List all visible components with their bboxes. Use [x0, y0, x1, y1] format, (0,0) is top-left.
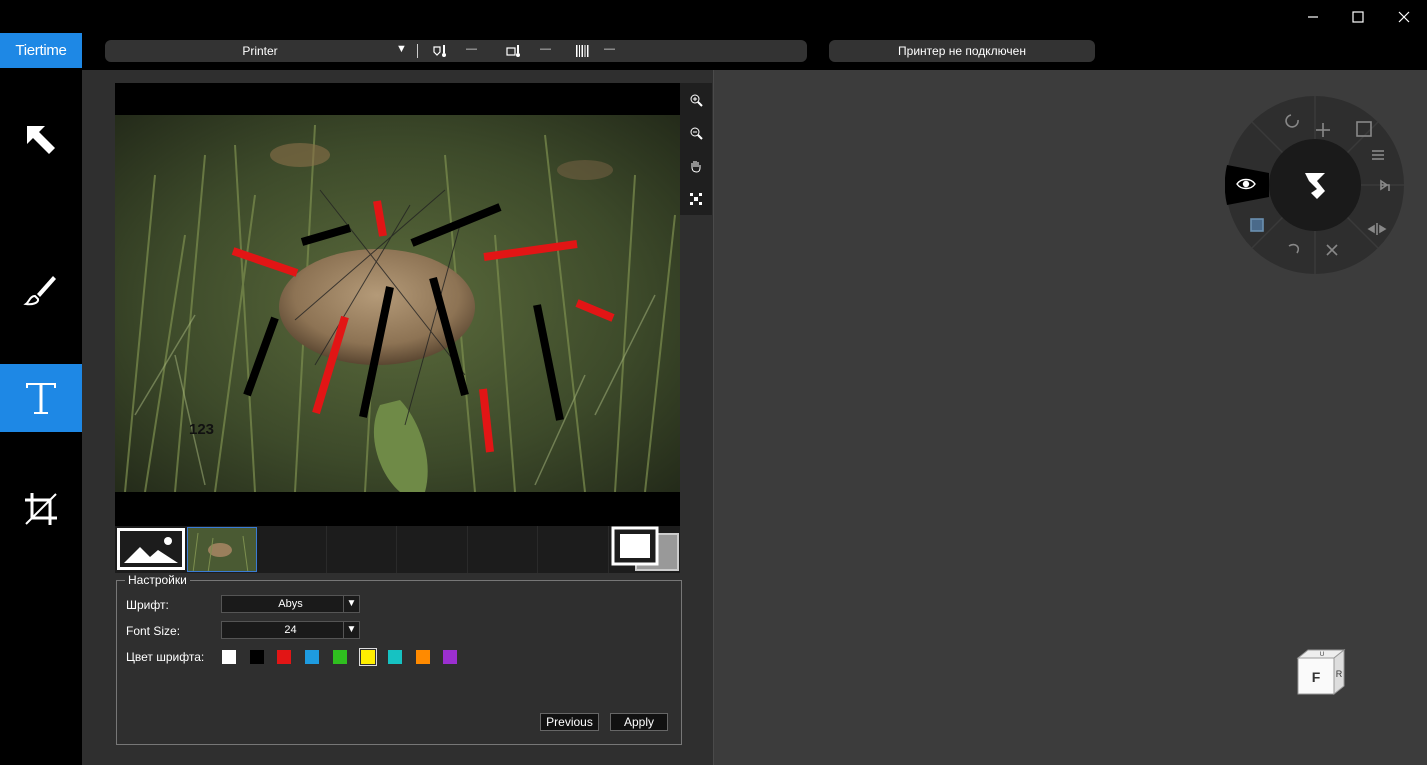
thumbnail-slot: [327, 526, 397, 573]
zoom-in-button[interactable]: [680, 83, 712, 116]
minimize-icon: [1308, 15, 1318, 18]
chevron-down-icon: ▼: [343, 622, 359, 638]
brush-icon: [23, 276, 56, 306]
hand-icon: [691, 160, 701, 173]
zoom-out-button[interactable]: [680, 116, 712, 149]
color-swatch-red[interactable]: [277, 650, 291, 664]
app-window: Tiertime Printer ▼ — — — Принтер не подк…: [0, 0, 1427, 765]
settings-title: Настройки: [125, 573, 190, 587]
canvas-toolbar: [680, 83, 712, 215]
color-swatch-orange[interactable]: [416, 650, 430, 664]
title-bar: [0, 0, 1427, 33]
zoom-in-icon: [690, 94, 703, 107]
photo-preview[interactable]: 123: [115, 115, 680, 492]
overlay-text[interactable]: 123: [189, 421, 214, 438]
crop-icon: [25, 493, 57, 525]
font-size-value: 24: [284, 624, 297, 636]
cube-right-label: R: [1336, 669, 1343, 679]
filament-value: —: [604, 43, 615, 55]
maximize-icon: [1352, 10, 1364, 23]
view-cube[interactable]: F R U: [1294, 648, 1348, 698]
color-swatch-cyan[interactable]: [388, 650, 402, 664]
chevron-down-icon: ▼: [343, 596, 359, 612]
color-swatch-green[interactable]: [333, 650, 347, 664]
close-button[interactable]: [1381, 0, 1427, 33]
apply-button[interactable]: Apply: [610, 713, 668, 731]
font-select[interactable]: Abys ▼: [221, 595, 360, 613]
zoom-out-icon: [690, 127, 703, 140]
printer-select[interactable]: Printer: [105, 40, 415, 62]
layers-button[interactable]: [610, 526, 680, 573]
sidebar-item-brush[interactable]: [0, 256, 82, 324]
thumbnail-selected[interactable]: [187, 527, 257, 572]
thumbnail-slot: [398, 526, 468, 573]
arrow-cursor-icon: [27, 126, 55, 154]
font-color-label: Цвет шрифта:: [126, 650, 205, 664]
bed-temp-icon: [506, 45, 520, 57]
text-icon: [26, 383, 56, 414]
printer-status[interactable]: Принтер не подключен: [829, 40, 1095, 62]
divider: [417, 44, 418, 58]
chevron-down-icon[interactable]: ▼: [396, 43, 407, 55]
settings-group: Настройки Шрифт: Abys ▼ Font Size: 24 ▼ …: [116, 573, 682, 745]
color-swatch-blue[interactable]: [305, 650, 319, 664]
sidebar-item-crop[interactable]: [0, 475, 82, 543]
3d-viewport[interactable]: F R U: [715, 70, 1427, 765]
sidebar-item-text[interactable]: [0, 364, 82, 432]
minimize-button[interactable]: [1290, 0, 1336, 33]
maximize-button[interactable]: [1335, 0, 1381, 33]
nozzle-temp-icon: [433, 45, 446, 57]
image-editor-panel: 123 Настройки Шрифт: Abys ▼ Font Size: 2…: [82, 70, 714, 765]
printer-bar: Printer ▼ — — —: [105, 40, 807, 62]
color-swatch-white[interactable]: [222, 650, 236, 664]
filament-icon: [576, 45, 589, 57]
nozzle-temp-value: —: [466, 43, 477, 55]
radial-menu[interactable]: [1225, 95, 1405, 275]
thumbnail-strip: [115, 526, 680, 573]
image-canvas[interactable]: 123: [115, 83, 680, 526]
pan-button[interactable]: [680, 149, 712, 182]
thumbnail-slot: [539, 526, 609, 573]
font-size-label: Font Size:: [126, 624, 181, 638]
font-size-select[interactable]: 24 ▼: [221, 621, 360, 639]
image-icon: [124, 537, 178, 563]
top-toolbar: Tiertime Printer ▼ — — — Принтер не подк…: [0, 33, 1427, 70]
layers-icon: [611, 526, 679, 571]
thumbnail-slot: [257, 526, 327, 573]
fit-button[interactable]: [680, 182, 712, 215]
cube-front-label: F: [1312, 669, 1321, 685]
left-sidebar: [0, 70, 82, 765]
close-icon: [1398, 11, 1410, 22]
add-image-button[interactable]: [117, 528, 185, 570]
font-label: Шрифт:: [126, 598, 169, 612]
app-logo[interactable]: Tiertime: [0, 33, 82, 68]
color-swatch-black[interactable]: [250, 650, 264, 664]
color-swatch-yellow[interactable]: [359, 648, 377, 666]
previous-button[interactable]: Previous: [540, 713, 599, 731]
color-swatch-purple[interactable]: [443, 650, 457, 664]
mushroom-thumbnail: [188, 528, 256, 571]
mushroom-photo: 123: [115, 115, 680, 492]
thumbnail-slot: [468, 526, 538, 573]
cube-top-label: U: [1320, 652, 1324, 658]
sidebar-item-select[interactable]: [0, 106, 82, 174]
fit-screen-icon: [690, 192, 702, 205]
bed-temp-value: —: [540, 43, 551, 55]
font-select-value: Abys: [278, 598, 303, 610]
cube-view-icon: [1250, 218, 1264, 232]
